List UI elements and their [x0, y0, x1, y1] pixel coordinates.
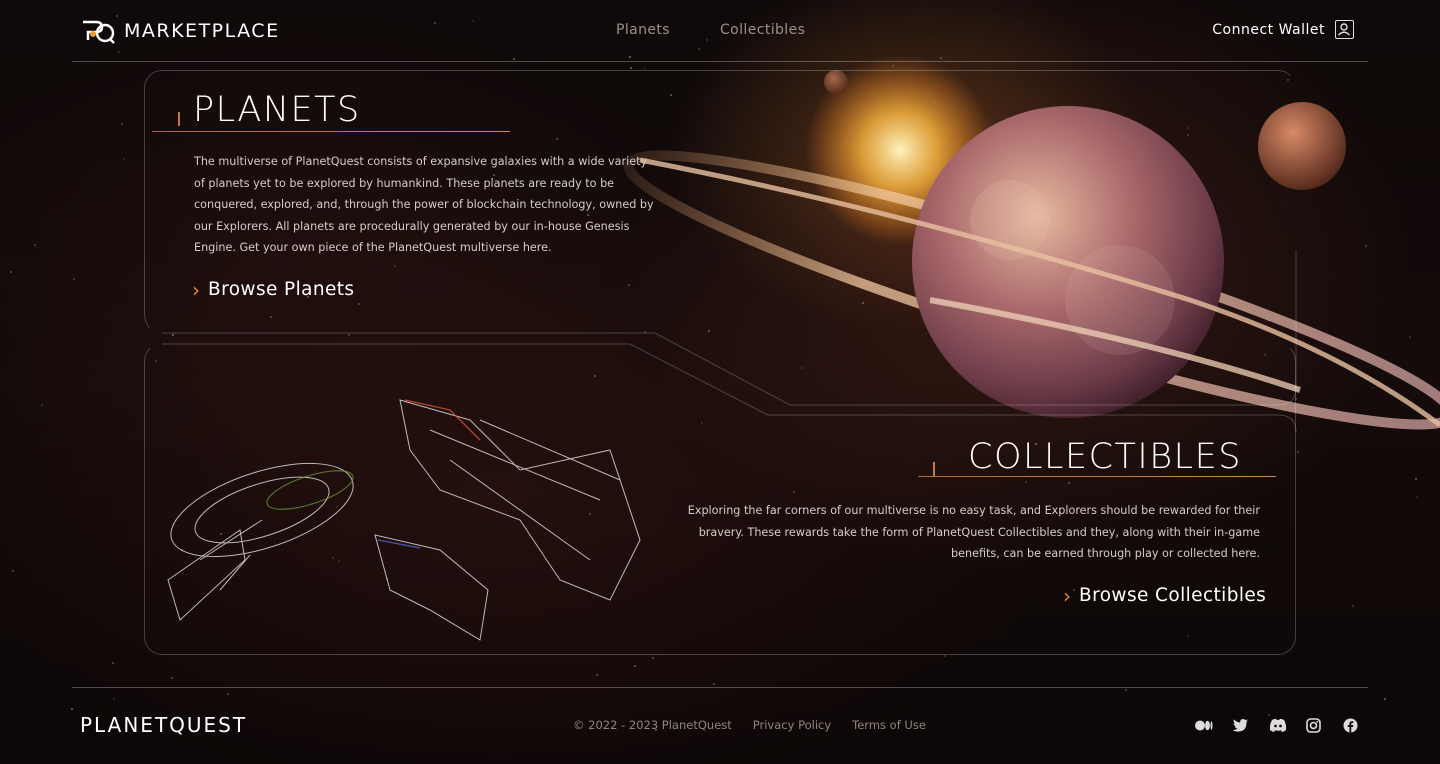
- user-icon: [1335, 20, 1354, 39]
- discord-icon[interactable]: [1269, 718, 1287, 733]
- footer-divider: [72, 687, 1368, 688]
- browse-collectibles-label: Browse Collectibles: [1079, 585, 1267, 606]
- marketplace-logo[interactable]: MARKETPLACE: [80, 18, 280, 44]
- planetquest-logo-icon: [80, 18, 116, 44]
- twitter-icon[interactable]: [1232, 718, 1249, 733]
- facebook-icon[interactable]: [1343, 718, 1360, 733]
- planets-title-underline: [152, 131, 510, 132]
- collectibles-title: COLLECTIBLES: [968, 437, 1242, 477]
- browse-collectibles-link[interactable]: › Browse Collectibles: [1063, 585, 1266, 606]
- collectibles-title-tick: [933, 462, 935, 476]
- browse-planets-link[interactable]: › Browse Planets: [192, 279, 354, 300]
- main-nav: Planets Collectibles: [616, 22, 805, 38]
- nav-collectibles[interactable]: Collectibles: [720, 22, 805, 38]
- medium-icon[interactable]: [1195, 718, 1213, 733]
- collectibles-description: Exploring the far corners of our multive…: [687, 504, 1260, 561]
- chevron-right-icon: ›: [1063, 583, 1071, 608]
- collectibles-title-underline: [918, 476, 1276, 477]
- nav-planets[interactable]: Planets: [616, 22, 670, 38]
- connect-wallet-label: Connect Wallet: [1212, 21, 1325, 38]
- privacy-policy-link[interactable]: Privacy Policy: [753, 718, 831, 732]
- connect-wallet-button[interactable]: Connect Wallet: [1212, 20, 1354, 39]
- top-header: MARKETPLACE Planets Collectibles Connect…: [72, 0, 1368, 62]
- planets-title: PLANETS: [193, 90, 361, 130]
- collectibles-panel: [144, 343, 1296, 655]
- planets-description: The multiverse of PlanetQuest consists o…: [194, 155, 654, 255]
- copyright-text: © 2022 - 2023 PlanetQuest: [573, 718, 732, 732]
- planets-title-tick: [178, 112, 180, 126]
- chevron-right-icon: ›: [192, 277, 200, 302]
- terms-of-use-link[interactable]: Terms of Use: [852, 718, 926, 732]
- instagram-icon[interactable]: [1306, 718, 1323, 733]
- footer-links: © 2022 - 2023 PlanetQuest Privacy Policy…: [573, 718, 926, 732]
- browse-planets-label: Browse Planets: [208, 279, 355, 300]
- social-links: [1195, 718, 1360, 733]
- footer-brand-logo[interactable]: PLANETQUEST: [80, 713, 247, 737]
- brand-label: MARKETPLACE: [124, 20, 280, 42]
